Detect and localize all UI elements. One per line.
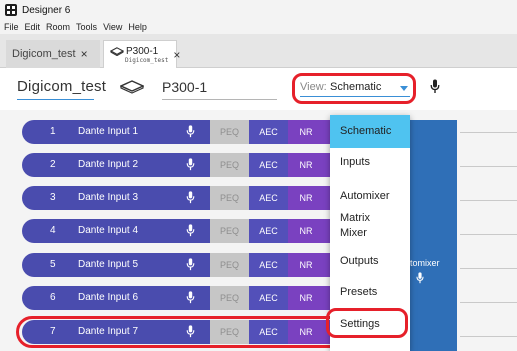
microphone-icon: [416, 272, 424, 284]
channel-number: 3: [50, 192, 56, 203]
peq-block[interactable]: PEQ: [210, 219, 249, 243]
chevron-down-icon[interactable]: [400, 86, 408, 91]
peq-block[interactable]: PEQ: [210, 253, 249, 277]
channel-label: Dante Input 3: [78, 192, 139, 203]
channel-number: 5: [50, 259, 56, 270]
menu-item-automixer[interactable]: Automixer: [330, 187, 410, 211]
channel-strip[interactable]: 4 Dante Input 4 PEQ AEC NR: [22, 219, 368, 243]
menu-item-outputs[interactable]: Outputs: [330, 252, 410, 276]
channel-label: Dante Input 5: [78, 259, 139, 270]
nr-block[interactable]: NR: [288, 253, 324, 277]
menu-item-matrix-mixer[interactable]: Matrix Mixer: [330, 210, 410, 242]
channel-number: 4: [50, 225, 56, 236]
channel-highlight-box: [16, 316, 368, 348]
peq-block[interactable]: PEQ: [210, 120, 249, 144]
nr-block[interactable]: NR: [288, 219, 324, 243]
channel-label: Dante Input 1: [78, 126, 139, 137]
connector-line: [460, 336, 517, 337]
channel-number: 6: [50, 292, 56, 303]
device-underline: [162, 99, 277, 100]
channel-number: 2: [50, 159, 56, 170]
title-bar: Designer 6: [0, 0, 517, 20]
view-select[interactable]: Schematic: [330, 81, 381, 93]
channel-label: Dante Input 6: [78, 292, 139, 303]
peq-block[interactable]: PEQ: [210, 153, 249, 177]
microphone-icon: [186, 191, 195, 204]
microphone-icon[interactable]: [430, 79, 440, 94]
tab-title-row: P300-1: [110, 45, 168, 57]
aec-block[interactable]: AEC: [249, 186, 288, 210]
document-tab-bar: Digicom_test × P300-1 Digicom_test ×: [0, 34, 517, 69]
channel-strip[interactable]: 3 Dante Input 3 PEQ AEC NR: [22, 186, 368, 210]
menu-tools[interactable]: Tools: [76, 22, 97, 32]
menu-item-schematic[interactable]: Schematic: [330, 115, 410, 148]
channel-strip[interactable]: 5 Dante Input 5 PEQ AEC NR: [22, 253, 368, 277]
nr-block[interactable]: NR: [288, 120, 324, 144]
peq-block[interactable]: PEQ: [210, 186, 249, 210]
nr-block[interactable]: NR: [288, 153, 324, 177]
aec-block[interactable]: AEC: [249, 120, 288, 144]
view-label: View:: [300, 81, 327, 93]
channel-label: Dante Input 2: [78, 159, 139, 170]
microphone-icon: [186, 291, 195, 304]
channel-strip[interactable]: 2 Dante Input 2 PEQ AEC NR: [22, 153, 368, 177]
menu-item-label: Matrix: [340, 212, 370, 224]
view-underline: [300, 96, 410, 97]
connector-line: [460, 166, 517, 167]
channel-number: 1: [50, 126, 56, 137]
project-underline: [17, 99, 94, 100]
microphone-icon: [186, 224, 195, 237]
tab-label-stack: P300-1 Digicom_test: [110, 45, 169, 64]
app-grid-icon: [5, 4, 17, 16]
microphone-icon: [186, 158, 195, 171]
menu-file[interactable]: File: [4, 22, 19, 32]
tab-sublabel: Digicom_test: [125, 56, 169, 64]
microphone-icon: [186, 125, 195, 138]
automixer-label: utomixer: [405, 258, 440, 268]
aec-block[interactable]: AEC: [249, 219, 288, 243]
connector-line: [460, 200, 517, 201]
aec-block[interactable]: AEC: [249, 253, 288, 277]
connector-line: [460, 234, 517, 235]
window-title: Designer 6: [22, 4, 71, 16]
tab-label: Digicom_test: [12, 48, 76, 60]
peq-block[interactable]: PEQ: [210, 286, 249, 310]
connector-line: [460, 132, 517, 133]
connector-line: [460, 268, 517, 269]
microphone-icon: [186, 258, 195, 271]
aec-block[interactable]: AEC: [249, 286, 288, 310]
tab-p300-1[interactable]: P300-1 Digicom_test ×: [103, 40, 180, 69]
nr-block[interactable]: NR: [288, 186, 324, 210]
menu-item-inputs[interactable]: Inputs: [330, 153, 410, 177]
menu-item-presets[interactable]: Presets: [330, 283, 410, 307]
menu-view[interactable]: View: [103, 22, 122, 32]
project-name-field[interactable]: Digicom_test: [17, 78, 106, 95]
menu-help[interactable]: Help: [128, 22, 147, 32]
tab-digicom-test[interactable]: Digicom_test ×: [6, 40, 100, 68]
channel-label: Dante Input 4: [78, 225, 139, 236]
settings-highlight-box: [326, 308, 408, 338]
menu-item-label: Mixer: [340, 227, 367, 239]
close-icon[interactable]: ×: [81, 47, 88, 61]
menu-bar: File Edit Room Tools View Help: [0, 20, 517, 34]
channel-strip[interactable]: 6 Dante Input 6 PEQ AEC NR: [22, 286, 368, 310]
menu-room[interactable]: Room: [46, 22, 70, 32]
nr-block[interactable]: NR: [288, 286, 324, 310]
device-diamond-icon: [120, 80, 144, 94]
device-diamond-icon: [110, 47, 124, 56]
channel-strip[interactable]: 1 Dante Input 1 PEQ AEC NR: [22, 120, 368, 144]
menu-edit[interactable]: Edit: [25, 22, 41, 32]
connector-line: [460, 302, 517, 303]
close-icon[interactable]: ×: [173, 48, 180, 62]
aec-block[interactable]: AEC: [249, 153, 288, 177]
tab-label: P300-1: [126, 45, 159, 57]
device-name-field[interactable]: P300-1: [162, 79, 207, 95]
